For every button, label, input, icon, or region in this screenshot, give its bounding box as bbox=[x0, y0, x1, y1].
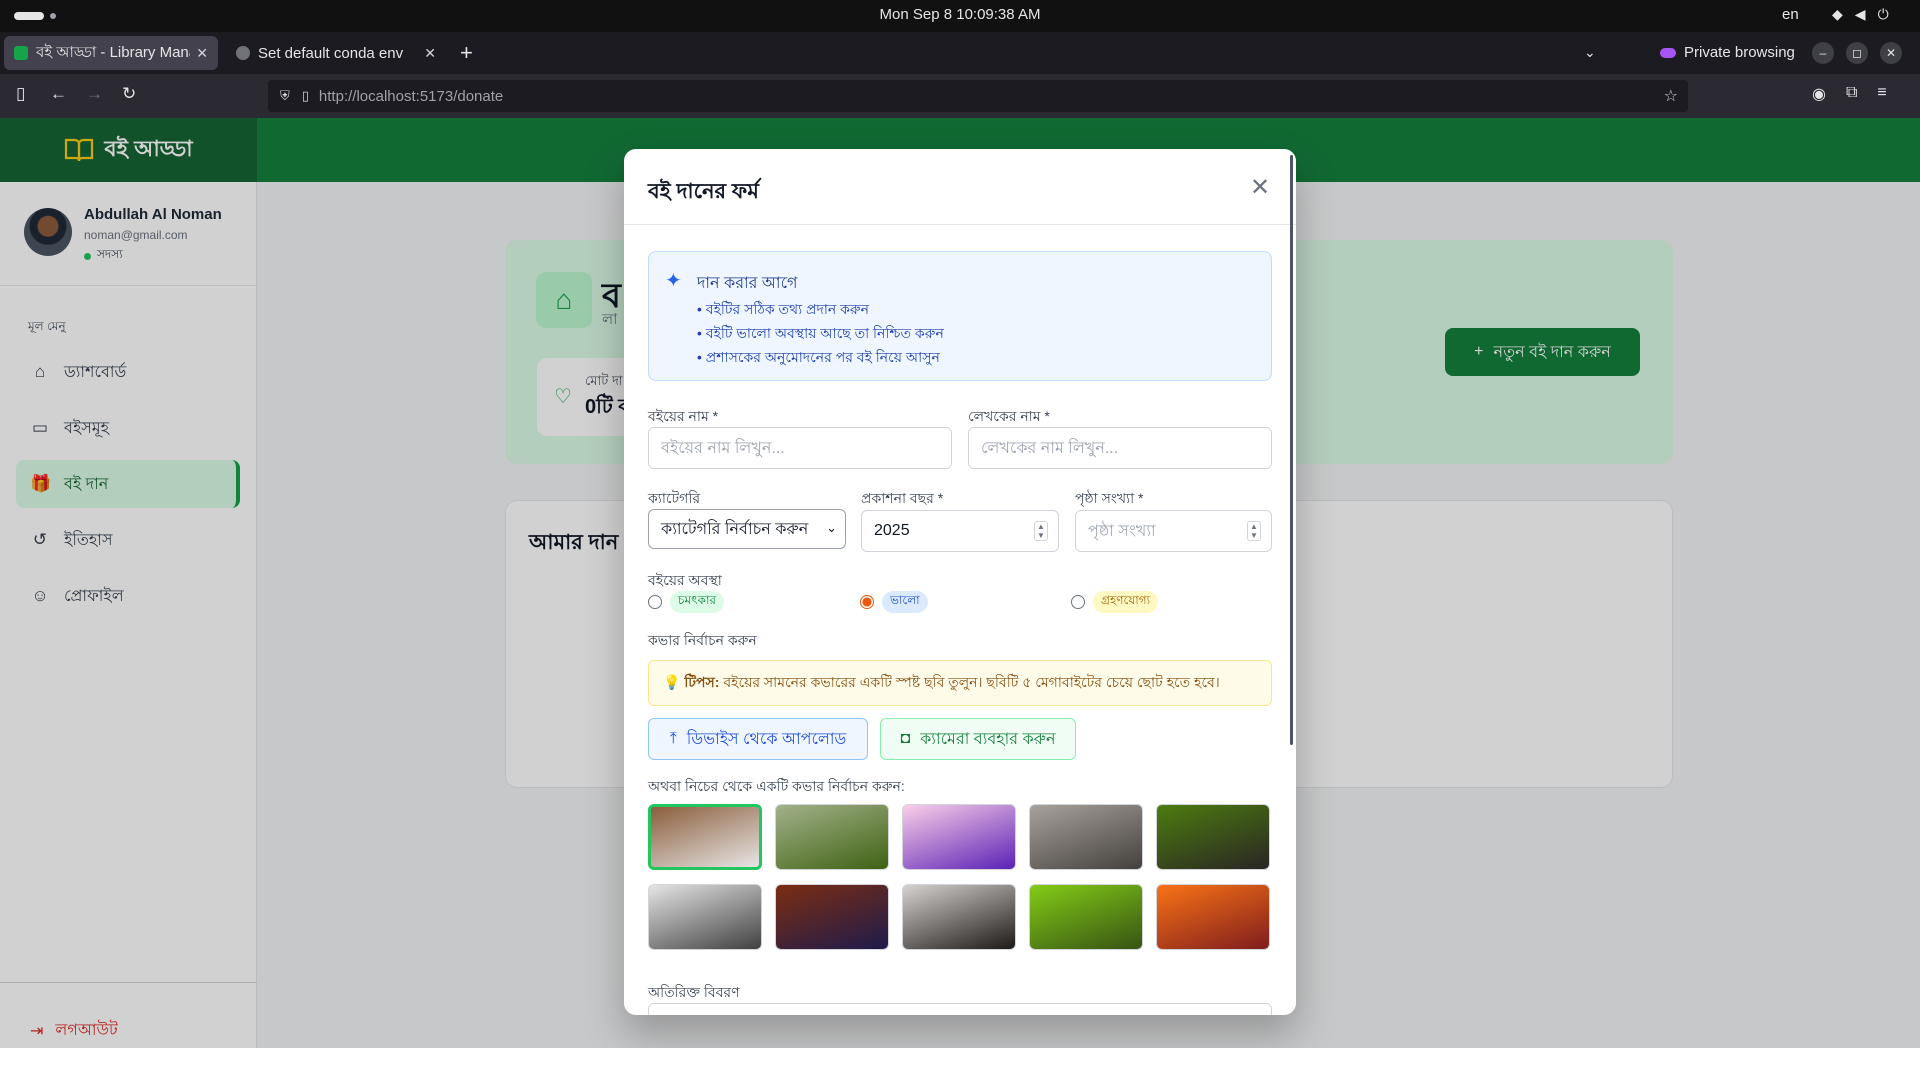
favicon-icon bbox=[14, 46, 28, 60]
close-modal-button[interactable]: ✕ bbox=[1250, 173, 1270, 202]
choose-cover-label: অথবা নিচের থেকে একটি কভার নির্বাচন করুন: bbox=[648, 778, 905, 794]
author-input[interactable]: লেখকের নাম লিখুন... bbox=[968, 427, 1272, 469]
page-icon: ▯ bbox=[301, 88, 309, 103]
modal-title: বই দানের ফর্ম bbox=[648, 180, 759, 203]
sidebar-toggle-icon[interactable]: ▯ bbox=[16, 84, 25, 104]
cover-blossom[interactable] bbox=[902, 804, 1016, 870]
description-label: অতিরিক্ত বিবরণ bbox=[648, 984, 740, 1000]
modal-header: বই দানের ফর্ম ✕ bbox=[624, 149, 1296, 225]
cover-chairs[interactable] bbox=[648, 804, 762, 870]
category-value: ক্যাটেগরি নির্বাচন করুন bbox=[661, 520, 809, 538]
app-page: বই আড্ডা Abdullah Al Noman noman@gmail.c… bbox=[0, 118, 1920, 1048]
upload-device-label: ডিভাইস থেকে আপলোড bbox=[686, 730, 847, 748]
list-tabs-chevron-icon[interactable]: ⌄ bbox=[1584, 44, 1596, 61]
year-input[interactable]: 2025 ▲ ▼ bbox=[861, 510, 1059, 552]
author-label: লেখকের নাম * bbox=[968, 408, 1050, 424]
tab-title: Set default conda env bbox=[258, 44, 404, 62]
menu-icon[interactable]: ≡ bbox=[1877, 84, 1886, 104]
new-tab-button[interactable]: + bbox=[460, 40, 473, 66]
url-host: http://localhost bbox=[318, 87, 416, 105]
restore-button[interactable]: ◻ bbox=[1846, 42, 1868, 64]
cover-city-shoes[interactable] bbox=[1029, 804, 1143, 870]
pages-input[interactable]: পৃষ্ঠা সংখ্যা ▲ ▼ bbox=[1075, 510, 1272, 552]
condition-radio[interactable] bbox=[860, 595, 874, 609]
url-text[interactable]: http://localhost:5173/donate bbox=[319, 88, 503, 105]
tab-title: বই আড্ডা - Library Manager bbox=[36, 43, 190, 61]
os-clock[interactable]: Mon Sep 8 10:09:38 AM bbox=[0, 6, 1920, 23]
book-name-label: বইয়ের নাম * bbox=[648, 408, 719, 424]
use-camera-button[interactable]: ◘ ক্যামেরা ব্যবহার করুন bbox=[880, 718, 1076, 760]
power-icon: ⏻ bbox=[1877, 6, 1889, 22]
book-name-input[interactable]: বইয়ের নাম লিখুন... bbox=[648, 427, 952, 469]
browser-tab-strip: বই আড্ডা - Library Manager ✕ Set default… bbox=[0, 32, 1920, 74]
minimize-button[interactable]: – bbox=[1812, 42, 1834, 64]
shield-icon[interactable]: ⛨ bbox=[280, 88, 290, 104]
condition-badge[interactable]: গ্রহণযোগ্য bbox=[1093, 591, 1159, 613]
info-line: • প্রশাসকের অনুমোদনের পর বই নিয়ে আসুন bbox=[697, 349, 940, 365]
info-line: • বইটি ভালো অবস্থায় আছে তা নিশ্চিত করুন bbox=[697, 325, 944, 341]
number-stepper[interactable]: ▲ ▼ bbox=[1034, 521, 1048, 541]
extensions-icon[interactable]: ⧉ bbox=[1846, 84, 1857, 104]
private-browsing-indicator: Private browsing bbox=[1660, 44, 1795, 61]
chevron-down-icon: ⌄ bbox=[826, 520, 837, 535]
number-stepper[interactable]: ▲ ▼ bbox=[1247, 521, 1261, 541]
cover-vehicle[interactable] bbox=[1156, 804, 1270, 870]
year-label: প্রকাশনা বছর * bbox=[861, 490, 944, 506]
pages-label: পৃষ্ঠা সংখ্যা * bbox=[1075, 490, 1144, 506]
category-select[interactable]: ক্যাটেগরি নির্বাচন করুন ⌄ bbox=[648, 509, 846, 549]
condition-badge[interactable]: ভালো bbox=[882, 591, 928, 613]
cover-lighthouse[interactable] bbox=[648, 884, 762, 950]
private-label: Private browsing bbox=[1684, 44, 1795, 61]
tab-library-manager[interactable]: বই আড্ডা - Library Manager ✕ bbox=[4, 36, 218, 70]
close-tab-icon[interactable]: ✕ bbox=[196, 45, 208, 62]
url-bar[interactable]: ⛨ ▯ http://localhost:5173/donate ☆ bbox=[268, 80, 1688, 112]
os-top-bar: Mon Sep 8 10:09:38 AM en ◆ ◀ ⏻ bbox=[0, 0, 1920, 32]
pages-placeholder: পৃষ্ঠা সংখ্যা bbox=[1088, 522, 1156, 540]
system-tray[interactable]: ◆ ◀ ⏻ bbox=[1832, 6, 1889, 23]
modal-scrollbar[interactable] bbox=[1290, 155, 1293, 745]
year-value: 2025 bbox=[874, 522, 910, 539]
cover-galaxy[interactable] bbox=[775, 884, 889, 950]
tip-label: 💡 টিপস: bbox=[663, 674, 720, 690]
account-icon[interactable]: ◉ bbox=[1812, 84, 1826, 104]
cover-coffee[interactable] bbox=[902, 884, 1016, 950]
tab-conda[interactable]: Set default conda env ✕ bbox=[226, 36, 446, 70]
cover-sunset[interactable] bbox=[1156, 884, 1270, 950]
forward-icon[interactable]: → bbox=[86, 84, 103, 104]
use-camera-label: ক্যামেরা ব্যবহার করুন bbox=[920, 730, 1056, 748]
url-path: :5173/donate bbox=[415, 87, 504, 105]
sparkles-icon: ✦ bbox=[665, 270, 682, 292]
camera-icon: ◘ bbox=[900, 730, 911, 747]
category-label: ক্যাটেগরি bbox=[648, 490, 701, 506]
keyboard-language[interactable]: en bbox=[1782, 6, 1799, 23]
info-line: • বইটির সঠিক তথ্য প্রদান করুন bbox=[697, 301, 870, 317]
globe-icon bbox=[236, 46, 250, 60]
condition-badge[interactable]: চমৎকার bbox=[670, 591, 725, 613]
close-window-button[interactable]: ✕ bbox=[1880, 42, 1902, 64]
info-title: দান করার আগে bbox=[697, 275, 798, 292]
upload-from-device-button[interactable]: ⤒ ডিভাইস থেকে আপলোড bbox=[648, 718, 868, 760]
private-mask-icon bbox=[1660, 47, 1676, 58]
back-icon[interactable]: ← bbox=[50, 84, 67, 104]
toolbar-right: ◉ ⧉ ≡ bbox=[1812, 84, 1887, 104]
cover-tip-box: 💡 টিপস: বইয়ের সামনের কভারের একটি স্পষ্ট… bbox=[648, 660, 1272, 706]
bookmark-star-icon[interactable]: ☆ bbox=[1664, 86, 1678, 106]
before-donating-info: ✦ দান করার আগে • বইটির সঠিক তথ্য প্রদান … bbox=[648, 251, 1272, 381]
upload-icon: ⤒ bbox=[669, 730, 677, 747]
tip-text: বইয়ের সামনের কভারের একটি স্পষ্ট ছবি তুল… bbox=[723, 674, 1220, 690]
description-textarea[interactable] bbox=[648, 1003, 1272, 1015]
donation-form-modal: বই দানের ফর্ম ✕ ✦ দান করার আগে • বইটির স… bbox=[624, 149, 1296, 1015]
close-tab-icon[interactable]: ✕ bbox=[424, 45, 436, 62]
cover-mountains[interactable] bbox=[775, 804, 889, 870]
wifi-icon: ◆ bbox=[1832, 6, 1843, 22]
reload-icon[interactable]: ↻ bbox=[122, 84, 136, 104]
cover-forest[interactable] bbox=[1029, 884, 1143, 950]
cover-label: কভার নির্বাচন করুন bbox=[648, 632, 757, 648]
condition-label: বইয়ের অবস্থা bbox=[648, 572, 722, 588]
condition-radio[interactable] bbox=[648, 595, 662, 609]
volume-icon: ◀ bbox=[1854, 6, 1866, 22]
condition-radio[interactable] bbox=[1071, 595, 1085, 609]
browser-nav-bar: ▯ ← → ↻ ⛨ ▯ http://localhost:5173/donate… bbox=[0, 74, 1920, 118]
window-controls: – ◻ ✕ bbox=[1812, 42, 1902, 64]
